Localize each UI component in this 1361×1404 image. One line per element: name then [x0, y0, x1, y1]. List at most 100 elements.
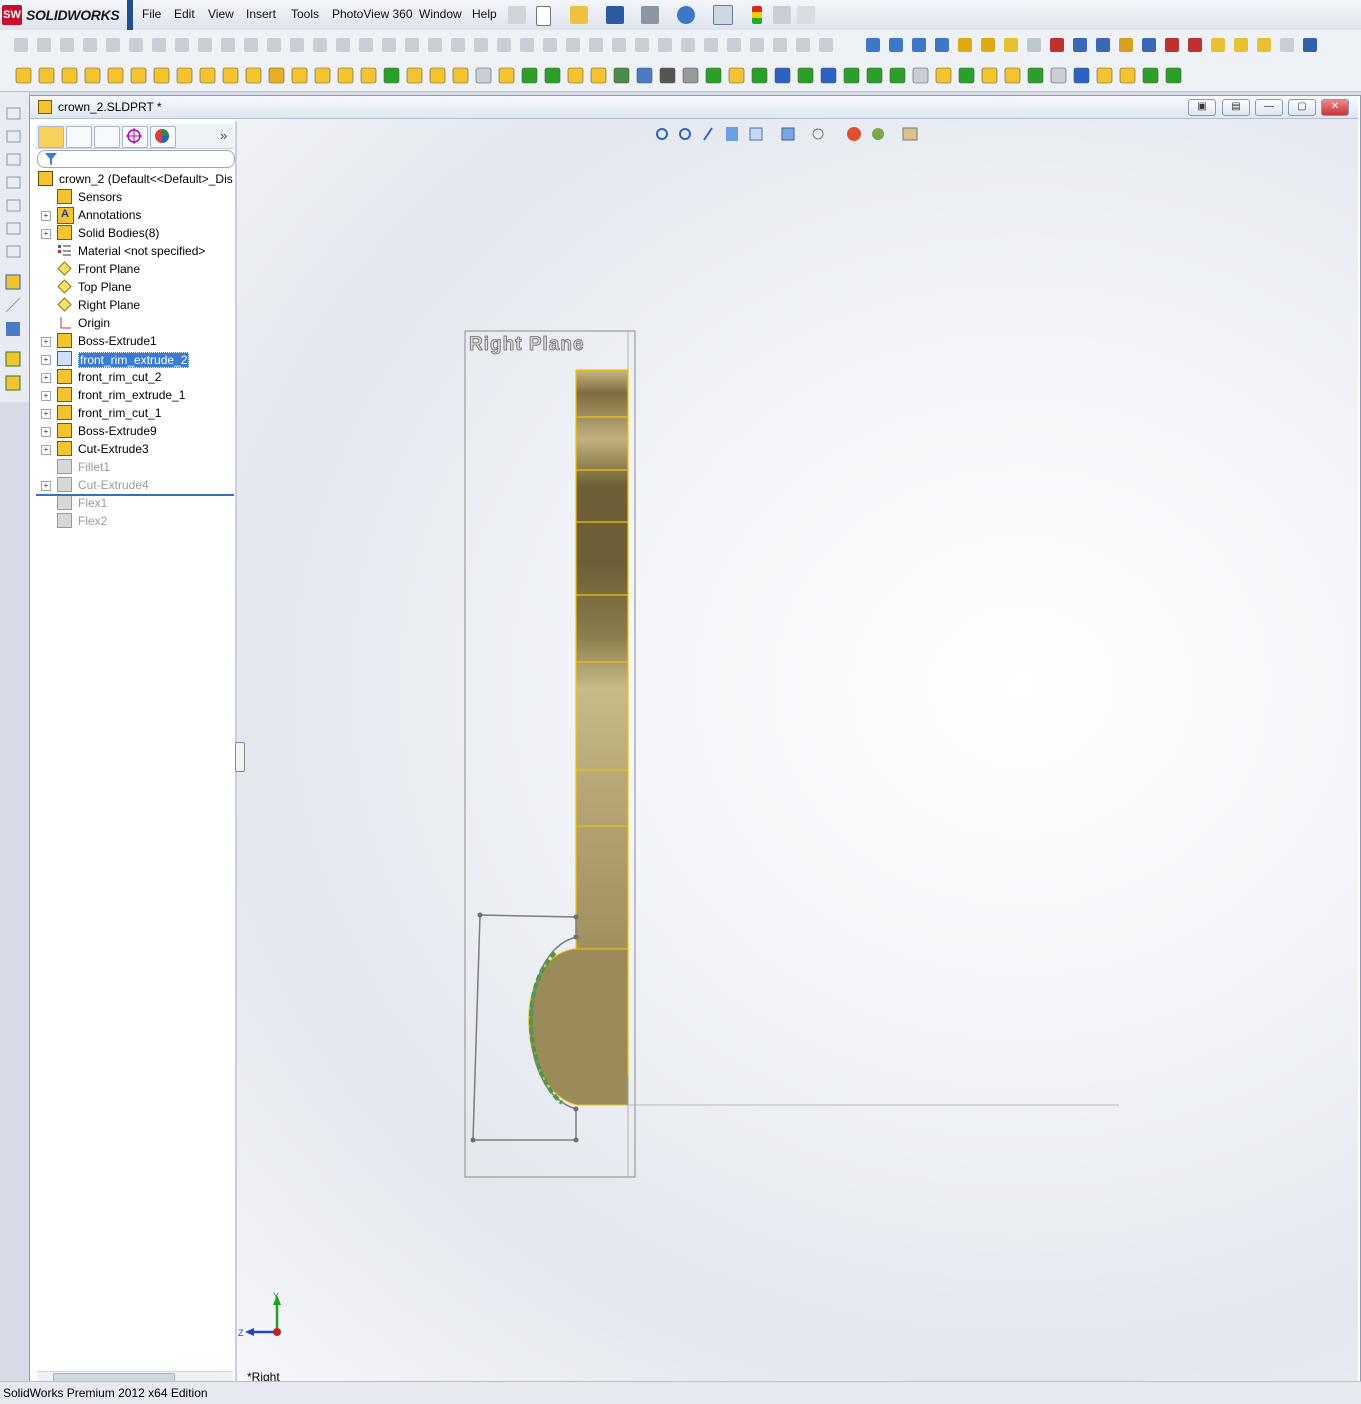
- maximize-button[interactable]: ▢: [1288, 99, 1316, 116]
- save-icon[interactable]: [606, 6, 624, 24]
- part-icon: [38, 100, 52, 114]
- manager-tabs: »: [36, 124, 234, 149]
- cut-icon: [57, 477, 72, 492]
- tree-item[interactable]: + front_rim_extrude_1: [36, 386, 234, 404]
- tree-item[interactable]: + Solid Bodies(8): [36, 224, 234, 242]
- graphics-area[interactable]: Right Plane Y Z *Right: [237, 119, 1358, 1381]
- tree-item[interactable]: Flex1: [36, 494, 234, 512]
- part-body[interactable]: [576, 370, 628, 950]
- tree-item[interactable]: + front_rim_cut_2: [36, 368, 234, 386]
- tab-displaymanager[interactable]: [150, 126, 176, 148]
- menu-edit[interactable]: Edit: [174, 7, 195, 21]
- menu-bar: SW SOLIDWORKS File Edit View Insert Tool…: [0, 0, 1361, 31]
- feature-tool-icon: [682, 67, 699, 84]
- expand-toggle-icon[interactable]: +: [41, 427, 51, 437]
- tree-root[interactable]: crown_2 (Default<<Default>_Dis: [36, 170, 234, 188]
- feature-tool-icon: [176, 67, 193, 84]
- plane-icon: [57, 297, 72, 312]
- tree-item[interactable]: + front_rim_extrude_2: [36, 350, 234, 368]
- open-folder-icon[interactable]: [570, 6, 588, 24]
- undo-icon[interactable]: [677, 6, 695, 24]
- features-toolbar-icons[interactable]: [0, 61, 1361, 91]
- expand-panel-icon[interactable]: »: [220, 128, 227, 143]
- tree-item[interactable]: + A Annotations: [36, 206, 234, 224]
- evaluate-tool-icon: [958, 38, 972, 52]
- tree-item[interactable]: + Cut-Extrude4: [36, 476, 234, 494]
- feature-tool-icon: [958, 67, 975, 84]
- tab-dimxpert[interactable]: [122, 126, 148, 148]
- tab-configurationmanager[interactable]: [94, 126, 120, 148]
- sketch-tool-icon: [612, 38, 626, 52]
- tab-featuremanager[interactable]: [38, 126, 64, 148]
- menu-tools[interactable]: Tools: [291, 7, 319, 21]
- sketch-tool-icon: [658, 38, 672, 52]
- sketch-tool-icon: [129, 38, 143, 52]
- new-document-icon[interactable]: [536, 6, 551, 26]
- expand-toggle-icon[interactable]: +: [41, 445, 51, 455]
- sketch-tool-icon: [681, 38, 695, 52]
- file-properties-icon[interactable]: [773, 6, 791, 24]
- tree-item[interactable]: Origin: [36, 314, 234, 332]
- model-view[interactable]: Right Plane Y Z *Right: [237, 119, 1358, 1381]
- tree-item[interactable]: + Cut-Extrude3: [36, 440, 234, 458]
- expand-toggle-icon[interactable]: +: [41, 391, 51, 401]
- menu-window[interactable]: Window: [419, 7, 462, 21]
- menu-view[interactable]: View: [208, 7, 234, 21]
- feature-tool-icon: [1119, 67, 1136, 84]
- menu-file[interactable]: File: [142, 7, 161, 21]
- tree-item[interactable]: + front_rim_cut_1: [36, 404, 234, 422]
- status-bar: SolidWorks Premium 2012 x64 Edition: [0, 1381, 1361, 1404]
- expand-toggle-icon[interactable]: +: [41, 373, 51, 383]
- expand-toggle-icon[interactable]: +: [41, 337, 51, 347]
- expand-toggle-icon[interactable]: +: [41, 211, 51, 221]
- feature-tool-icon: [452, 67, 469, 84]
- feature-filter-input[interactable]: [37, 150, 235, 168]
- expand-toggle-icon[interactable]: +: [41, 481, 51, 491]
- expand-toggle-icon[interactable]: +: [41, 355, 51, 365]
- tree-item[interactable]: Sensors: [36, 188, 234, 206]
- feature-tool-icon: [774, 67, 791, 84]
- reference-triad: Y Z: [238, 1291, 281, 1338]
- view-orientation-strip: [0, 92, 30, 402]
- tree-item[interactable]: + Boss-Extrude1: [36, 332, 234, 350]
- menu-photoview[interactable]: PhotoView 360: [332, 7, 413, 21]
- tree-item[interactable]: Fillet1: [36, 458, 234, 476]
- print-icon[interactable]: [641, 6, 659, 24]
- options-icon[interactable]: [797, 6, 815, 24]
- feature-tool-icon: [1027, 67, 1044, 84]
- menu-flyout-handle[interactable]: [127, 0, 133, 30]
- rebuild-icon[interactable]: [752, 6, 762, 24]
- panel-splitter[interactable]: [235, 742, 245, 772]
- tree-item-label: Annotations: [78, 208, 142, 222]
- expand-toggle-icon[interactable]: +: [41, 229, 51, 239]
- sketch-tool-icon: [451, 38, 465, 52]
- feature-tool-icon: [1096, 67, 1113, 84]
- tree-item[interactable]: Top Plane: [36, 278, 234, 296]
- tree-item[interactable]: Flex2: [36, 512, 234, 530]
- close-button[interactable]: ✕: [1321, 99, 1349, 116]
- top-view-icon: [6, 199, 21, 212]
- menu-help[interactable]: Help: [472, 7, 497, 21]
- brand-mark: SW: [2, 5, 22, 25]
- select-pointer-icon[interactable]: [713, 5, 733, 25]
- menu-insert[interactable]: Insert: [246, 7, 276, 21]
- minimize-button[interactable]: —: [1255, 99, 1283, 116]
- tab-propertymanager[interactable]: [66, 126, 92, 148]
- expand-toggle-icon[interactable]: +: [41, 409, 51, 419]
- tree-item[interactable]: + Boss-Extrude9: [36, 422, 234, 440]
- feature-tool-icon: [1165, 67, 1182, 84]
- tree-item[interactable]: Front Plane: [36, 260, 234, 278]
- solidworks-logo[interactable]: SW SOLIDWORKS: [2, 3, 124, 27]
- tile-button[interactable]: ▣: [1188, 99, 1216, 116]
- sketch-tool-icon: [359, 38, 373, 52]
- sketch-toolbar-icons[interactable]: [0, 30, 1361, 61]
- tree-item[interactable]: Right Plane: [36, 296, 234, 314]
- document-title: crown_2.SLDPRT *: [58, 100, 162, 114]
- pin-icon[interactable]: [508, 6, 526, 24]
- cascade-button[interactable]: ▤: [1222, 99, 1250, 116]
- feature-tool-icon: [613, 67, 630, 84]
- feature-tool-icon: [61, 67, 78, 84]
- rollback-bar[interactable]: [36, 494, 234, 496]
- tree-item[interactable]: Material <not specified>: [36, 242, 234, 260]
- feature-tool-icon: [291, 67, 308, 84]
